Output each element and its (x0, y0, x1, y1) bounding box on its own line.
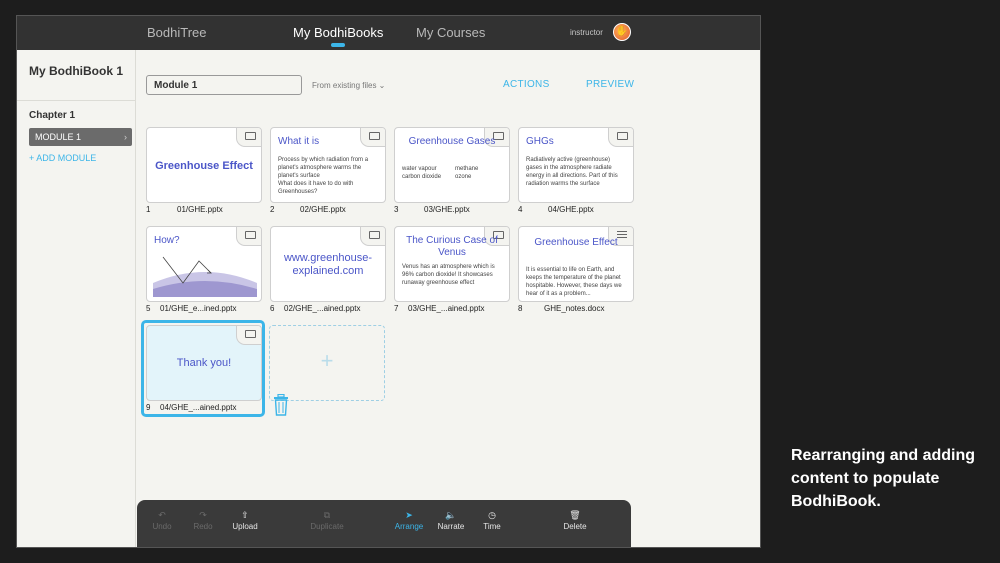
slide-corner (360, 227, 385, 246)
cursor-icon: ➤ (405, 510, 413, 520)
preview-button[interactable]: PREVIEW (586, 79, 634, 90)
slide-caption-9: 9 04/GHE_...ained.pptx (146, 403, 237, 412)
slide-caption-3: 3 03/GHE.pptx (394, 205, 470, 214)
redo-button[interactable]: ↷ Redo (179, 509, 227, 531)
chevron-right-icon: › (124, 132, 127, 142)
slide-corner (608, 128, 633, 147)
slide-corner (236, 128, 261, 147)
sidebar: My BodhiBook 1 Chapter 1 MODULE 1 › + AD… (17, 50, 136, 547)
slide-thumbnail-3[interactable]: Greenhouse Gases water vapour carbon dio… (394, 127, 510, 203)
slide-body-col-1: water vapour carbon dioxide (402, 166, 442, 180)
slide-title: Greenhouse Effect (534, 237, 618, 248)
slide-thumbnail-1[interactable]: Greenhouse Effect (146, 127, 262, 203)
greenhouse-diagram-illustration (153, 256, 257, 297)
upload-icon: ⇧ (241, 510, 249, 520)
slide-body: Process by which radiation from a planet… (278, 157, 369, 195)
slide-thumbnail-7[interactable]: The Curious Case of Venus Venus has an a… (394, 226, 510, 302)
slide-body: Radiatively active (greenhouse) gases in… (526, 157, 618, 187)
sidebar-divider (17, 100, 136, 101)
trash-icon: 🗑 (569, 510, 581, 520)
slide-icon (617, 132, 628, 140)
add-module-button[interactable]: + ADD MODULE (29, 153, 96, 163)
actions-button[interactable]: ACTIONS (503, 79, 550, 90)
slide-title: How? (154, 235, 180, 246)
slide-thumbnail-4[interactable]: GHGs Radiatively active (greenhouse) gas… (518, 127, 634, 203)
clock-icon: ◷ (488, 510, 496, 520)
top-nav-bar: BodhiTree My BodhiBooks My Courses instr… (17, 16, 760, 50)
nav-my-courses[interactable]: My Courses (416, 25, 485, 40)
slide-thumbnail-2[interactable]: What it is Process by which radiation fr… (270, 127, 386, 203)
slide-body-col-2: methane ozone (455, 166, 479, 180)
duplicate-button[interactable]: ⧉ Duplicate (303, 509, 351, 531)
duplicate-icon: ⧉ (323, 510, 331, 520)
sidebar-item-label: MODULE 1 (35, 132, 82, 142)
slide-caption-1: 1 01/GHE.pptx (146, 205, 223, 214)
delete-button[interactable]: 🗑 Delete (551, 509, 599, 531)
from-existing-files-dropdown[interactable]: From existing files ⌄ (312, 81, 385, 90)
slide-body: Venus has an atmosphere which is 96% car… (402, 264, 495, 286)
slide-caption-7: 7 03/GHE_...ained.pptx (394, 304, 485, 313)
active-nav-indicator (331, 43, 345, 47)
nav-my-bodhibooks[interactable]: My BodhiBooks (293, 25, 383, 40)
main-content: From existing files ⌄ ACTIONS PREVIEW Gr… (137, 50, 760, 547)
slide-title: www.greenhouse-explained.com (283, 252, 373, 277)
slide-icon (369, 132, 380, 140)
slide-title: The Curious Case of Venus (406, 235, 498, 258)
slide-thumbnail-6[interactable]: www.greenhouse-explained.com (270, 226, 386, 302)
slide-icon (245, 231, 256, 239)
slide-corner (360, 128, 385, 147)
bottom-toolbar: ↶ Undo ↷ Redo ⇧ Upload ⧉ Duplicate ➤ Arrange … (137, 500, 631, 547)
slide-title: Thank you! (176, 357, 232, 369)
trash-icon[interactable] (273, 394, 289, 416)
slide-body: It is essential to life on Earth, and ke… (526, 267, 622, 297)
slide-title: GHGs (526, 136, 554, 147)
slide-corner (236, 326, 261, 345)
slide-caption-text: Rearranging and adding content to popula… (791, 447, 976, 510)
upload-button[interactable]: ⇧ Upload (221, 509, 269, 531)
slide-icon (245, 132, 256, 140)
book-title: My BodhiBook 1 (29, 64, 124, 78)
chapter-heading[interactable]: Chapter 1 (29, 110, 75, 121)
module-name-input[interactable] (146, 75, 302, 95)
slide-title: What it is (278, 136, 320, 147)
arrange-button[interactable]: ➤ Arrange (385, 509, 433, 531)
slide-title: Greenhouse Gases (408, 136, 496, 147)
avatar[interactable]: ✋ (613, 23, 631, 41)
slide-caption-8: 8 GHE_notes.docx (518, 304, 605, 313)
slide-caption-6: 6 02/GHE_...ained.pptx (270, 304, 361, 313)
slide-thumbnail-8[interactable]: Greenhouse Effect It is essential to lif… (518, 226, 634, 302)
add-slide-slot[interactable]: + (269, 325, 385, 401)
slide-title: Greenhouse Effect (155, 160, 253, 172)
redo-icon: ↷ (199, 510, 207, 520)
slide-corner (236, 227, 261, 246)
user-role-label: instructor (570, 28, 603, 37)
plus-icon: + (320, 348, 334, 373)
slide-icon (245, 330, 256, 338)
nav-bodhitree[interactable]: BodhiTree (147, 25, 207, 40)
slide-thumbnail-9[interactable]: Thank you! (146, 325, 262, 401)
slide-thumbnail-5[interactable]: How? (146, 226, 262, 302)
slide-caption-2: 2 02/GHE.pptx (270, 205, 346, 214)
time-button[interactable]: ◷ Time (468, 509, 516, 531)
sidebar-item-module-1[interactable]: MODULE 1 › (29, 128, 132, 146)
app-window: BodhiTree My BodhiBooks My Courses instr… (16, 15, 761, 548)
slide-caption-4: 4 04/GHE.pptx (518, 205, 594, 214)
slide-icon (369, 231, 380, 239)
slide-caption-5: 5 01/GHE_e...ined.pptx (146, 304, 237, 313)
